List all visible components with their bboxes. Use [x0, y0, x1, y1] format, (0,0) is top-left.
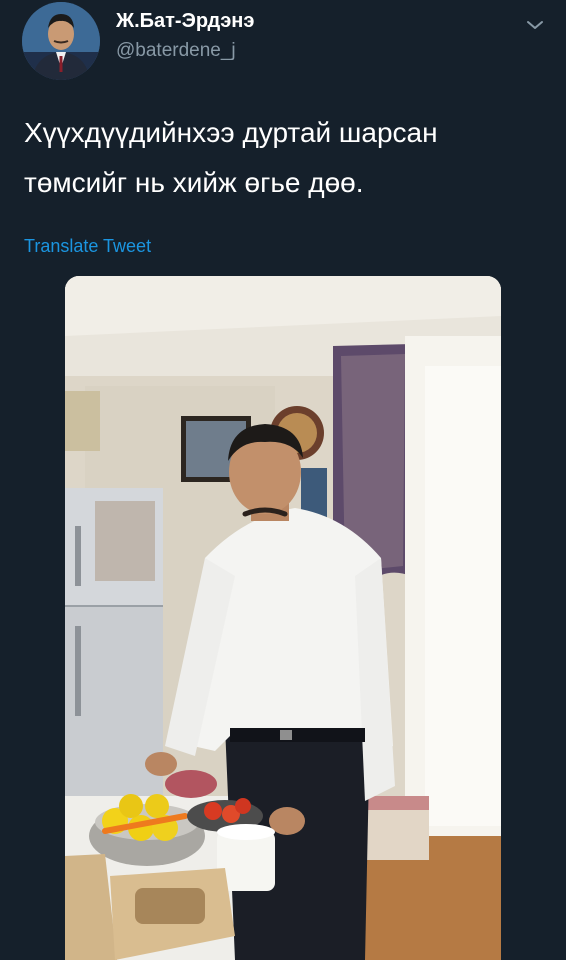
- tweet-text-line: төмсийг нь хийж өгье дөө.: [24, 167, 364, 198]
- chevron-down-icon: [527, 21, 543, 29]
- author-avatar[interactable]: [22, 2, 100, 80]
- author-name[interactable]: Ж.Бат-Эрдэнэ: [116, 10, 254, 33]
- tweet-media-photo[interactable]: [65, 276, 501, 960]
- kitchen-photo: [65, 276, 501, 960]
- tweet-text-line: Хүүхдүүдийнхээ дуртай шарсан: [24, 117, 438, 148]
- tweet-text: Хүүхдүүдийнхээ дуртай шарсан төмсийг нь …: [24, 108, 544, 208]
- user-avatar-photo: [22, 2, 100, 80]
- author-handle[interactable]: @baterdene_j: [116, 40, 236, 62]
- translate-tweet-link[interactable]: Translate Tweet: [24, 236, 151, 257]
- tweet-menu-button[interactable]: [522, 12, 548, 38]
